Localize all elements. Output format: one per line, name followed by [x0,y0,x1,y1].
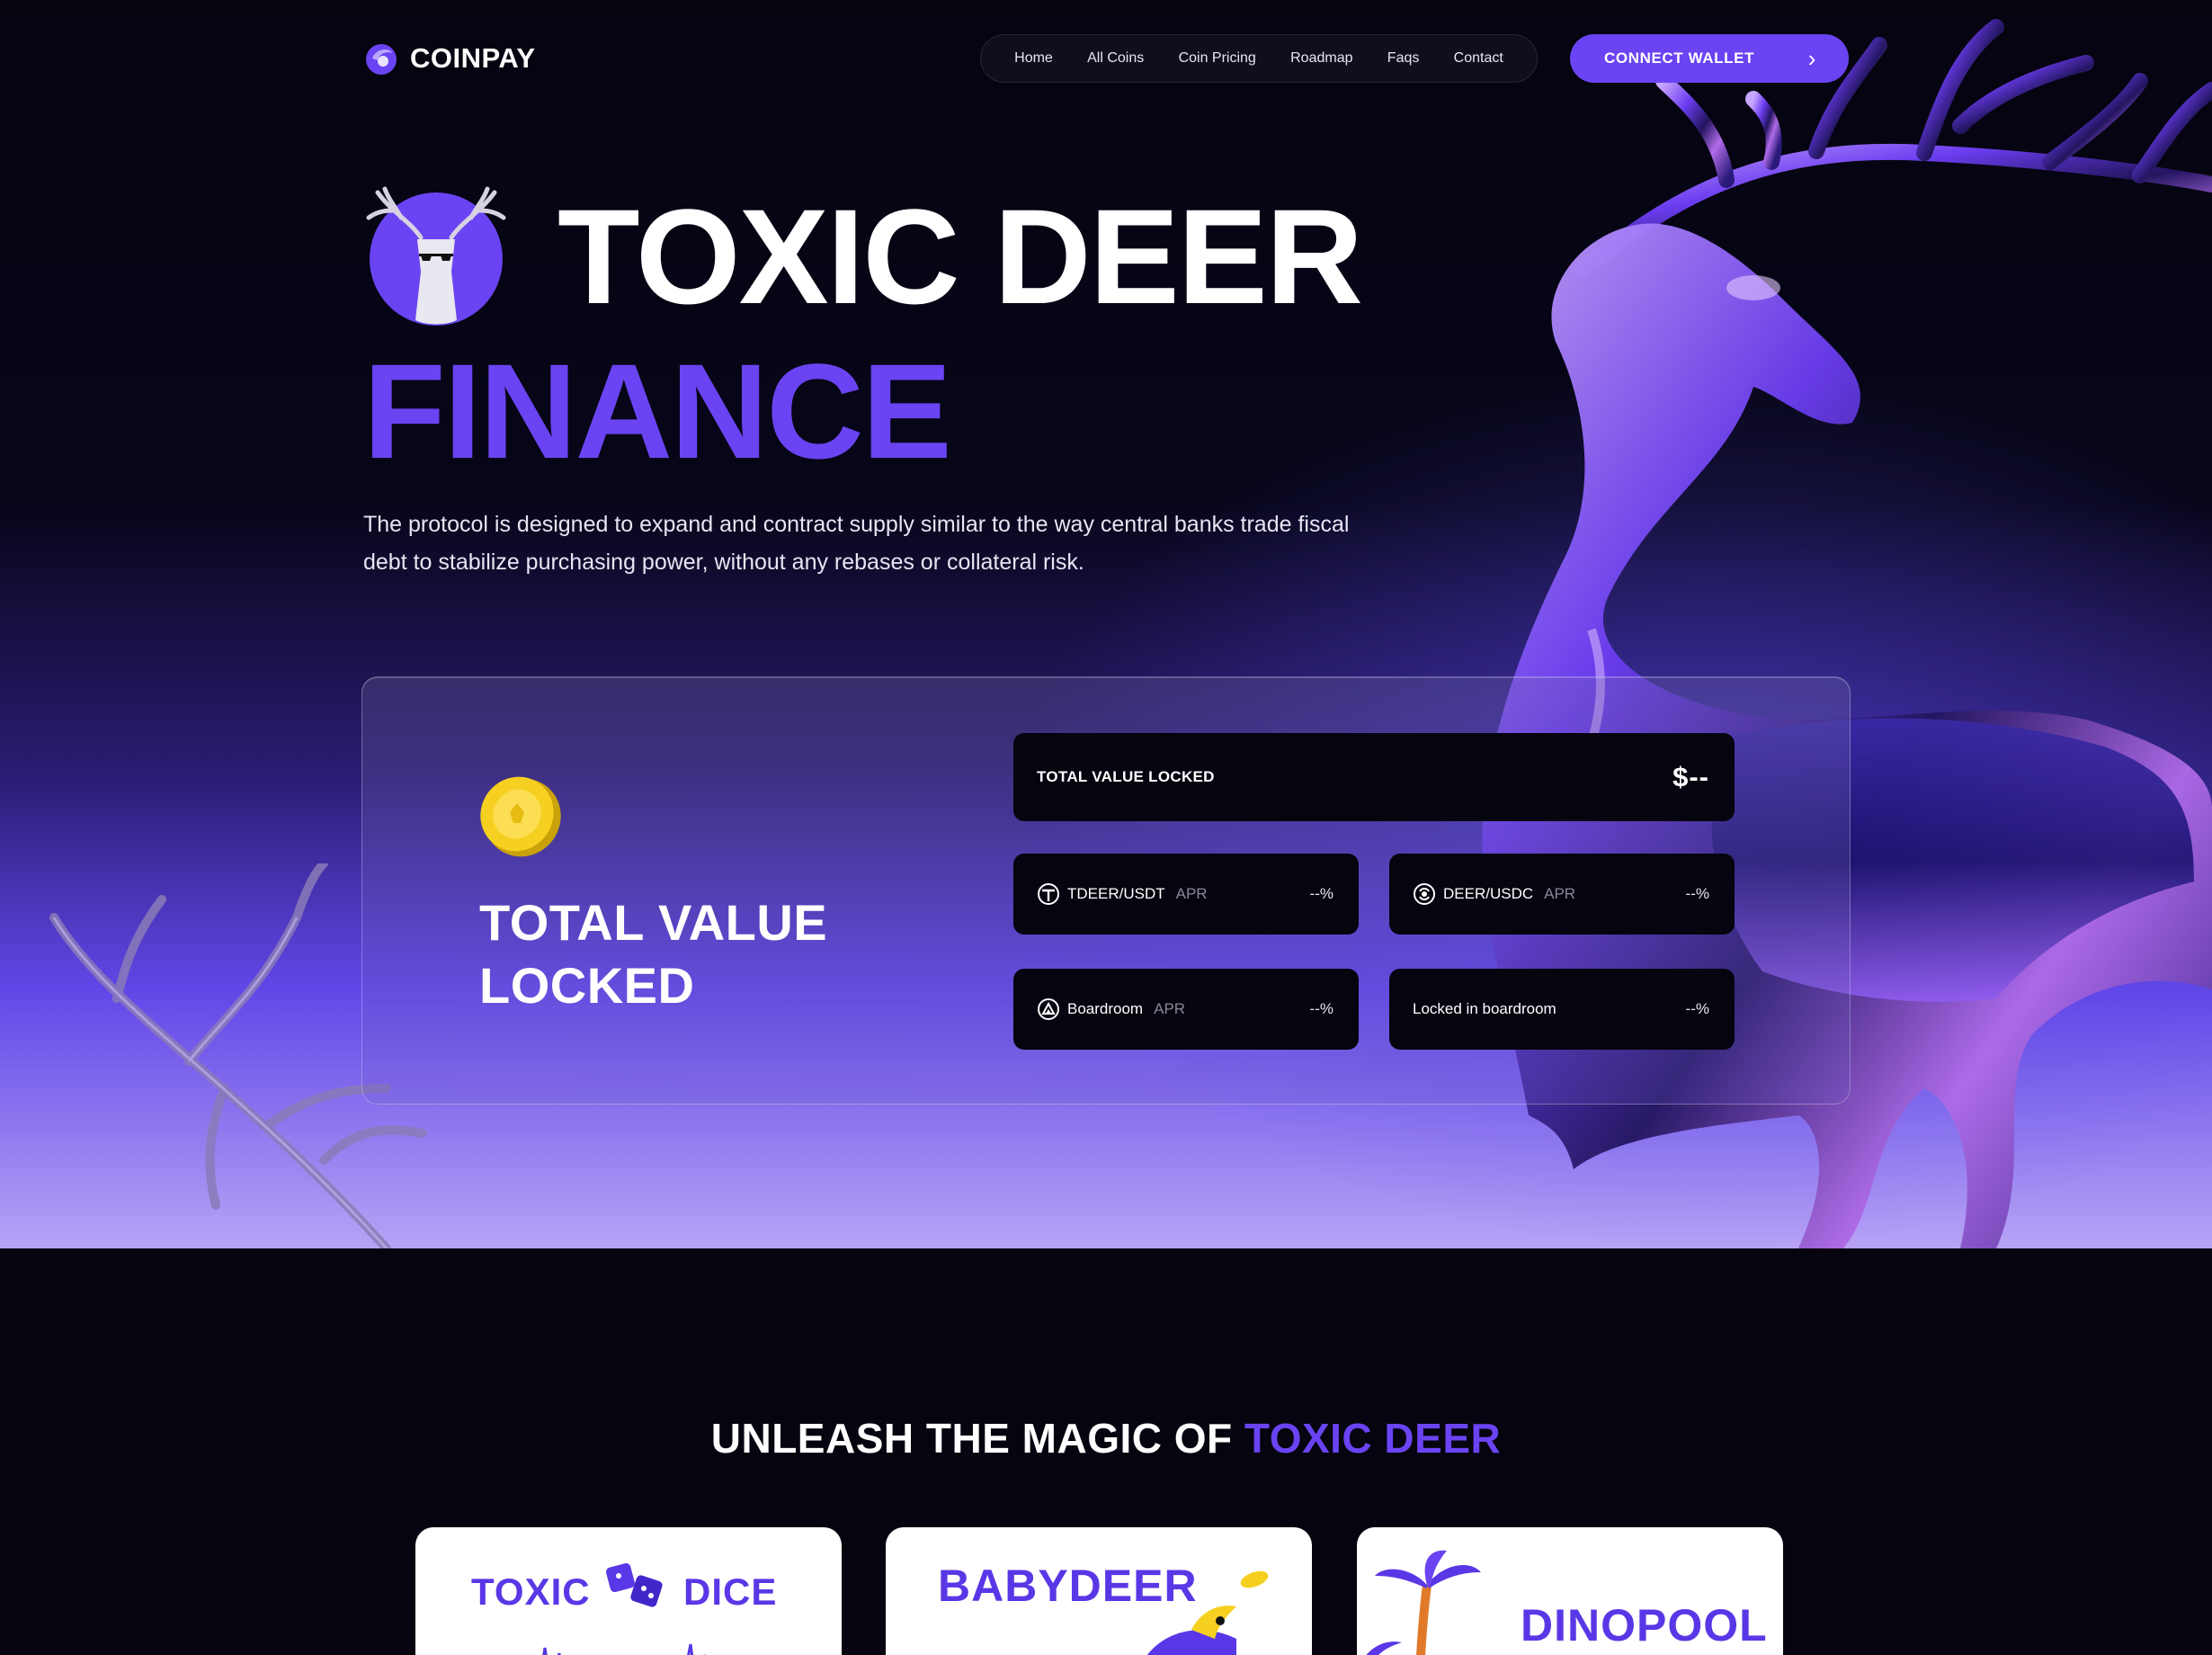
tdeer-usdt-apr-label: APR [1175,885,1208,902]
toxic-deer-avatar-icon [366,186,506,326]
toxic-dice-title-a: TOXIC [471,1570,591,1613]
toxic-dice-title-b: DICE [683,1570,778,1613]
nav-contact[interactable]: Contact [1454,50,1503,67]
baby-deer-illustration-icon [1146,1570,1269,1655]
locked-in-boardroom-label: Locked in boardroom [1413,1000,1556,1017]
boardroom-apr-tile: Boardroom APR --% [1013,969,1359,1050]
dinopool-title: DINOPOOL [1521,1600,1768,1651]
hero-title-line2: FINANCE [363,335,952,487]
dice-icon [605,1562,663,1607]
deer-usdc-apr-label: APR [1544,885,1576,902]
coinpay-logo-icon [366,44,397,75]
products-heading-main: UNLEASH THE MAGIC OF [710,1415,1244,1462]
main-nav: Home All Coins Coin Pricing Roadmap Faqs… [980,34,1538,83]
tvl-heading: TOTAL VALUE LOCKED [479,891,1019,1017]
hero-section: COINPAY Home All Coins Coin Pricing Road… [0,0,2212,1248]
products-heading: UNLEASH THE MAGIC OF TOXIC DEER [0,1414,2212,1463]
tvl-heading-line1: TOTAL VALUE [479,894,828,951]
boardroom-icon [1038,998,1059,1020]
connect-wallet-button[interactable]: CONNECT WALLET › [1570,34,1849,83]
boardroom-apr-value: --% [1309,1000,1333,1017]
locked-in-boardroom-value: --% [1685,1000,1709,1017]
brand-name: COINPAY [410,42,536,74]
products-heading-highlight: TOXIC DEER [1244,1415,1502,1462]
gold-coin-icon [480,776,561,857]
boardroom-apr-label: APR [1154,1000,1186,1017]
hero-description: The protocol is designed to expand and c… [363,512,1350,575]
grass-decoration-icon [542,1643,707,1655]
nav-faqs[interactable]: Faqs [1387,50,1420,67]
connect-wallet-label: CONNECT WALLET [1604,49,1755,67]
nav-coin-pricing[interactable]: Coin Pricing [1179,50,1256,67]
chevron-right-icon: › [1807,45,1816,72]
hero-title-line1: TOXIC DEER [557,181,1363,332]
dinopool-card[interactable]: DINOPOOL [1357,1527,1783,1655]
tdeer-usdt-apr-value: --% [1309,885,1333,902]
total-value-locked-value: $-- [1672,761,1709,792]
tvl-card: TOTAL VALUE LOCKED TOTAL VALUE LOCKED $-… [361,676,1851,1105]
toxic-dice-card[interactable]: TOXIC DICE [415,1527,842,1655]
tdeer-usdt-apr-tile: TDEER/USDT APR --% [1013,854,1359,935]
deer-usdc-label: DEER/USDC [1443,885,1534,902]
nav-roadmap[interactable]: Roadmap [1290,50,1352,67]
nav-home[interactable]: Home [1014,50,1053,67]
nav-all-coins[interactable]: All Coins [1087,50,1144,67]
tvl-heading-line2: LOCKED [479,957,695,1014]
total-value-locked-tile: TOTAL VALUE LOCKED $-- [1013,733,1735,821]
tdeer-usdt-label: TDEER/USDT [1067,885,1165,902]
deer-usdc-apr-tile: DEER/USDC APR --% [1389,854,1735,935]
babydeer-card[interactable]: BABYDEER [886,1527,1312,1655]
products-section: UNLEASH THE MAGIC OF TOXIC DEER TOXIC DI… [0,1248,2212,1655]
tdeer-token-icon [1038,883,1059,905]
total-value-locked-label: TOTAL VALUE LOCKED [1037,768,1215,785]
palm-tree-icon [1366,1550,1481,1655]
boardroom-label: Boardroom [1067,1000,1144,1017]
deer-usdc-token-icon [1414,883,1435,905]
deer-usdc-apr-value: --% [1685,885,1709,902]
locked-in-boardroom-tile: Locked in boardroom --% [1389,969,1735,1050]
brand-logo[interactable]: COINPAY [363,38,536,79]
